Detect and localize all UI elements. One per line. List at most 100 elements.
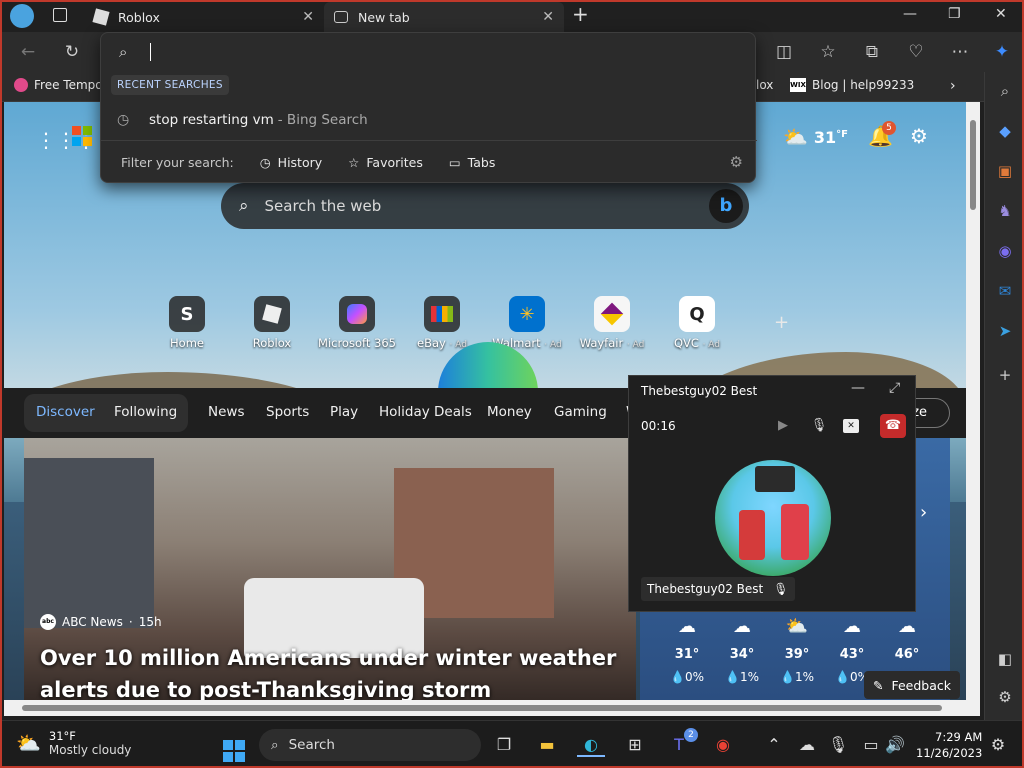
- new-tab-plus-icon[interactable]: +: [572, 2, 589, 26]
- wix-icon: WIX: [790, 78, 806, 92]
- minimize-icon[interactable]: —: [903, 6, 917, 22]
- quicklink-microsoft365[interactable]: Microsoft 365: [317, 296, 397, 350]
- quicklink-qvc[interactable]: Q QVC · Ad: [657, 296, 737, 350]
- close-window-icon[interactable]: ✕: [995, 6, 1007, 22]
- tab-following[interactable]: Following: [114, 404, 177, 420]
- close-icon[interactable]: ✕: [542, 9, 554, 25]
- collections-icon[interactable]: ⧉: [860, 40, 884, 64]
- taskbar-weather[interactable]: ⛅ 31°F Mostly cloudy: [16, 729, 131, 757]
- nav-money[interactable]: Money: [487, 404, 532, 420]
- filter-tabs[interactable]: ▭ Tabs: [449, 155, 496, 170]
- vertical-scrollbar[interactable]: [966, 102, 980, 700]
- microphone-icon[interactable]: 🎙: [808, 416, 830, 436]
- horizontal-scrollbar[interactable]: [4, 700, 980, 716]
- quicklink-roblox[interactable]: Roblox: [232, 296, 312, 350]
- nav-holiday-deals[interactable]: Holiday Deals: [379, 404, 472, 420]
- volume-icon[interactable]: 🔊: [884, 733, 906, 757]
- cloud-icon: ☁: [843, 616, 861, 637]
- bing-chat-icon[interactable]: b: [709, 189, 743, 223]
- microsoft365-icon[interactable]: ◉: [994, 240, 1016, 262]
- end-call-button[interactable]: ☎: [880, 414, 906, 438]
- star-icon: ☆: [348, 155, 360, 170]
- onedrive-icon[interactable]: ☁: [796, 733, 818, 757]
- split-screen-icon[interactable]: ◫: [772, 40, 796, 64]
- nav-gaming[interactable]: Gaming: [554, 404, 607, 420]
- settings-icon[interactable]: ⚙: [730, 153, 743, 171]
- profile-icon[interactable]: [10, 4, 34, 28]
- refresh-icon[interactable]: ↻: [60, 40, 84, 64]
- weather-widget[interactable]: ⛅ 31 °F: [783, 125, 848, 149]
- quicklink-home[interactable]: S Home: [147, 296, 227, 350]
- address-input[interactable]: ⌕: [101, 33, 757, 71]
- tab-new-tab[interactable]: New tab ✕: [324, 2, 564, 32]
- page-settings-icon[interactable]: ⚙: [910, 124, 928, 148]
- minimize-icon[interactable]: —: [851, 380, 865, 396]
- settings-icon[interactable]: ⚙: [994, 686, 1016, 708]
- weather-unit: °F: [836, 128, 849, 140]
- favorite-item[interactable]: Free Tempo: [14, 78, 103, 92]
- share-screen-icon[interactable]: ✕: [843, 419, 859, 433]
- tabs-icon: ▭: [448, 155, 461, 170]
- send-icon[interactable]: ➤: [994, 320, 1016, 342]
- tab-discover[interactable]: Discover: [36, 404, 95, 420]
- add-quicklink-plus-icon[interactable]: +: [774, 312, 789, 333]
- games-icon[interactable]: ♞: [994, 200, 1016, 222]
- notification-center-icon[interactable]: ⚙: [988, 733, 1008, 757]
- roblox-icon: [92, 8, 110, 26]
- chevron-right-icon[interactable]: ›: [920, 502, 927, 523]
- start-windows-icon[interactable]: [222, 733, 246, 762]
- shopping-tag-icon[interactable]: ◆: [994, 120, 1016, 142]
- favorite-item[interactable]: lox: [756, 78, 773, 92]
- abc-news-logo-icon: abc: [40, 614, 56, 630]
- taskbar-clock[interactable]: 7:29 AM 11/26/2023: [916, 729, 982, 761]
- microsoft-logo-icon[interactable]: [72, 126, 92, 146]
- outlook-icon[interactable]: ✉: [994, 280, 1016, 302]
- news-card[interactable]: abc ABC News · 15h Over 10 million Ameri…: [24, 438, 636, 700]
- more-icon[interactable]: ⋯: [948, 40, 972, 64]
- nav-news[interactable]: News: [208, 404, 244, 420]
- scroll-thumb[interactable]: [970, 120, 976, 210]
- filter-history[interactable]: ◷ History: [260, 155, 322, 170]
- cloudy-sun-icon: ⛅: [16, 731, 41, 755]
- quicklink-wayfair[interactable]: Wayfair · Ad: [572, 296, 652, 350]
- tab-title: New tab: [358, 9, 410, 25]
- tools-icon[interactable]: ▣: [994, 160, 1016, 182]
- text-caret: [150, 43, 151, 61]
- restore-icon[interactable]: ❐: [948, 6, 961, 22]
- chevron-up-icon[interactable]: ⌃: [764, 733, 784, 757]
- nav-sports[interactable]: Sports: [266, 404, 309, 420]
- expand-icon[interactable]: ⤢: [889, 380, 900, 396]
- scroll-thumb[interactable]: [22, 705, 942, 711]
- store-icon[interactable]: ⊞: [622, 733, 648, 757]
- copilot-icon[interactable]: ✦: [990, 40, 1014, 64]
- tab-roblox[interactable]: Roblox ✕: [84, 2, 324, 32]
- microphone-tray-icon[interactable]: 🎙: [828, 733, 848, 757]
- performance-icon[interactable]: ♡: [904, 40, 928, 64]
- camera-off-icon[interactable]: ▶: [772, 416, 794, 436]
- tab-actions-icon[interactable]: [53, 8, 67, 22]
- address-bar-dropdown: ⌕ RECENT SEARCHES ◷ stop restarting vm -…: [100, 32, 757, 183]
- quicklink-ebay[interactable]: eBay · Ad: [402, 296, 482, 350]
- favorite-item[interactable]: WIX Blog | help99233: [790, 78, 914, 92]
- call-title: Thebestguy02 Best: [641, 384, 758, 398]
- feedback-button[interactable]: ✎ Feedback: [864, 671, 960, 699]
- search-icon[interactable]: ⌕: [994, 80, 1016, 102]
- task-view-icon[interactable]: ❐: [492, 733, 516, 757]
- chrome-icon[interactable]: ◉: [710, 733, 736, 757]
- web-search-box[interactable]: ⌕ Search the web b: [221, 183, 749, 229]
- close-icon[interactable]: ✕: [302, 9, 314, 25]
- network-icon[interactable]: ▭: [860, 733, 882, 757]
- add-plus-icon[interactable]: +: [994, 364, 1016, 386]
- filter-favorites[interactable]: ☆ Favorites: [348, 155, 423, 170]
- edge-taskbar-icon[interactable]: ◐: [577, 733, 605, 757]
- taskbar-search[interactable]: ⌕ Search: [259, 729, 481, 761]
- precip-value: 💧1%: [780, 670, 814, 684]
- recent-search-item[interactable]: ◷ stop restarting vm - Bing Search: [101, 105, 757, 135]
- back-icon[interactable]: ←: [16, 40, 40, 64]
- quicklink-walmart[interactable]: ✳ Walmart · Ad: [487, 296, 567, 350]
- favorites-icon[interactable]: ☆: [816, 40, 840, 64]
- nav-play[interactable]: Play: [330, 404, 358, 420]
- chevron-right-icon[interactable]: ›: [950, 78, 956, 94]
- hide-sidebar-icon[interactable]: ◧: [994, 648, 1016, 670]
- file-explorer-icon[interactable]: ▬: [534, 733, 560, 757]
